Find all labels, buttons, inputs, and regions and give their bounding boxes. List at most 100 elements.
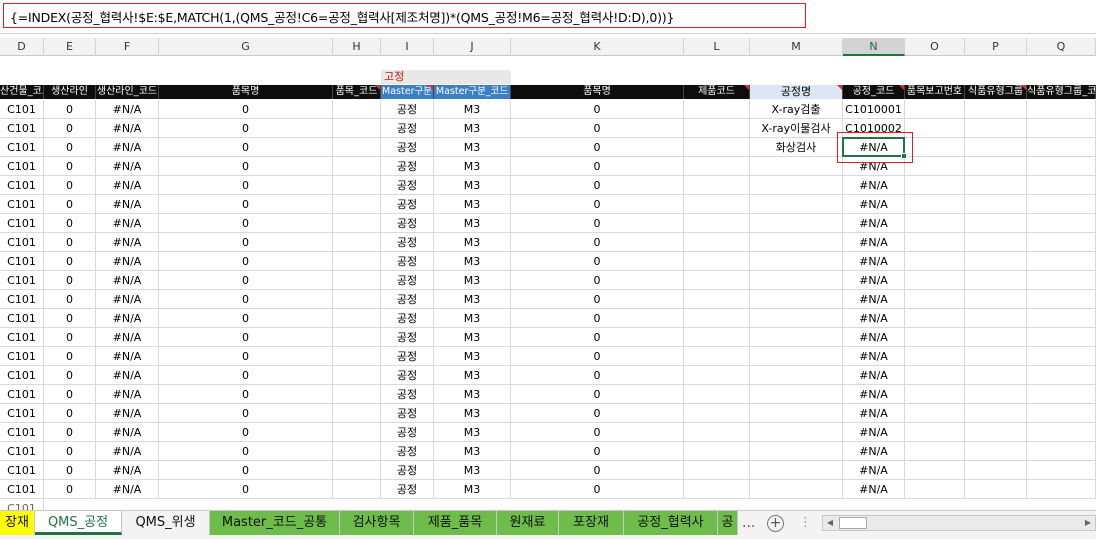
column-header-n[interactable]: N (843, 38, 905, 56)
table-cell[interactable] (684, 271, 750, 290)
table-cell[interactable] (750, 157, 843, 176)
table-cell[interactable]: C101 (0, 214, 44, 233)
formula-input[interactable]: {=INDEX(공정_협력사!$E:$E,MATCH(1,(QMS_공정!C6=… (3, 3, 806, 28)
table-cell[interactable] (750, 328, 843, 347)
header-cell[interactable]: Master구분_코드 (434, 85, 511, 99)
table-cell[interactable]: 0 (44, 385, 96, 404)
sheet-tab[interactable]: 공 (718, 511, 738, 535)
table-cell[interactable] (965, 119, 1027, 138)
table-cell[interactable]: 0 (511, 119, 684, 138)
table-cell[interactable]: M3 (434, 252, 511, 271)
table-cell[interactable]: 공정 (381, 423, 434, 442)
table-cell[interactable]: C101 (0, 271, 44, 290)
table-cell[interactable] (684, 195, 750, 214)
table-cell[interactable] (1027, 138, 1096, 157)
header-cell[interactable]: 품목명 (159, 85, 333, 99)
table-cell[interactable]: 0 (511, 100, 684, 119)
table-cell[interactable]: 공정 (381, 138, 434, 157)
table-cell[interactable] (965, 442, 1027, 461)
table-cell[interactable]: #N/A (96, 290, 159, 309)
table-cell[interactable]: 공정 (381, 328, 434, 347)
table-cell[interactable]: 0 (511, 404, 684, 423)
table-cell[interactable]: 0 (44, 252, 96, 271)
table-cell[interactable]: M3 (434, 404, 511, 423)
table-cell[interactable] (333, 195, 381, 214)
table-cell[interactable]: 0 (511, 461, 684, 480)
sheet-tab[interactable]: QMS_위생 (122, 511, 210, 535)
table-cell[interactable] (905, 347, 965, 366)
table-cell[interactable]: C101 (0, 423, 44, 442)
table-cell[interactable] (965, 195, 1027, 214)
table-cell[interactable] (905, 480, 965, 499)
table-cell[interactable]: 0 (159, 328, 333, 347)
table-cell[interactable]: 0 (511, 195, 684, 214)
table-cell[interactable]: 공정 (381, 252, 434, 271)
table-cell[interactable]: 0 (511, 138, 684, 157)
table-cell[interactable] (684, 480, 750, 499)
table-cell[interactable]: #N/A (96, 461, 159, 480)
table-cell[interactable] (684, 442, 750, 461)
table-cell[interactable]: #N/A (96, 366, 159, 385)
table-cell[interactable]: 0 (511, 176, 684, 195)
table-cell[interactable]: 0 (44, 347, 96, 366)
table-cell[interactable]: 0 (44, 214, 96, 233)
table-cell[interactable]: C1010002 (843, 119, 905, 138)
table-cell[interactable]: #N/A (843, 157, 905, 176)
header-cell[interactable]: 생산라인_코드 (96, 85, 159, 99)
table-cell[interactable] (965, 290, 1027, 309)
table-cell[interactable]: M3 (434, 195, 511, 214)
table-cell[interactable]: #N/A (96, 252, 159, 271)
sheet-tab[interactable]: 원재료 (497, 511, 559, 535)
header-cell[interactable]: 식품유형그룹 (965, 85, 1027, 99)
table-cell[interactable]: 공정 (381, 271, 434, 290)
table-cell[interactable]: C101 (0, 385, 44, 404)
table-cell[interactable]: #N/A (96, 347, 159, 366)
table-cell[interactable] (333, 252, 381, 271)
table-cell[interactable]: 0 (44, 328, 96, 347)
table-cell[interactable]: 0 (159, 347, 333, 366)
table-cell[interactable]: #N/A (843, 328, 905, 347)
table-cell[interactable] (965, 138, 1027, 157)
sheet-tab[interactable]: QMS_공정 (35, 511, 122, 535)
table-cell[interactable]: 0 (159, 290, 333, 309)
table-cell[interactable] (750, 404, 843, 423)
table-cell[interactable] (333, 214, 381, 233)
table-cell[interactable]: 0 (511, 366, 684, 385)
table-cell[interactable]: C101 (0, 290, 44, 309)
header-cell[interactable]: 품목보고번호 (905, 85, 965, 99)
table-cell[interactable] (905, 442, 965, 461)
table-cell[interactable] (905, 119, 965, 138)
table-cell[interactable] (333, 271, 381, 290)
table-cell[interactable]: #N/A (843, 366, 905, 385)
table-cell[interactable]: M3 (434, 157, 511, 176)
table-cell[interactable]: 0 (511, 385, 684, 404)
table-cell[interactable] (905, 214, 965, 233)
sheet-tab[interactable]: 공정_협력사 (624, 511, 718, 535)
column-header-i[interactable]: I (381, 38, 434, 56)
sheet-tab[interactable]: 검사항목 (340, 511, 414, 535)
table-cell[interactable]: C101 (0, 119, 44, 138)
table-cell[interactable]: 공정 (381, 214, 434, 233)
table-cell[interactable]: 0 (159, 423, 333, 442)
table-cell[interactable]: 0 (159, 119, 333, 138)
table-cell[interactable]: C101 (0, 461, 44, 480)
table-cell[interactable] (1027, 290, 1096, 309)
table-cell[interactable]: 0 (44, 119, 96, 138)
table-cell[interactable] (1027, 404, 1096, 423)
table-cell[interactable]: 0 (44, 461, 96, 480)
table-cell[interactable]: 0 (44, 309, 96, 328)
table-cell[interactable]: 0 (44, 157, 96, 176)
column-header-j[interactable]: J (434, 38, 511, 56)
table-cell[interactable]: #N/A (96, 271, 159, 290)
table-cell[interactable]: 0 (511, 309, 684, 328)
table-cell[interactable]: 0 (159, 366, 333, 385)
table-cell[interactable] (1027, 157, 1096, 176)
column-header-m[interactable]: M (750, 38, 843, 56)
table-cell[interactable]: 0 (159, 442, 333, 461)
table-cell[interactable]: #N/A (843, 214, 905, 233)
table-cell[interactable]: C101 (0, 157, 44, 176)
table-cell[interactable] (750, 385, 843, 404)
table-cell[interactable] (905, 233, 965, 252)
table-cell[interactable] (1027, 119, 1096, 138)
add-sheet-button[interactable]: + (767, 515, 784, 532)
